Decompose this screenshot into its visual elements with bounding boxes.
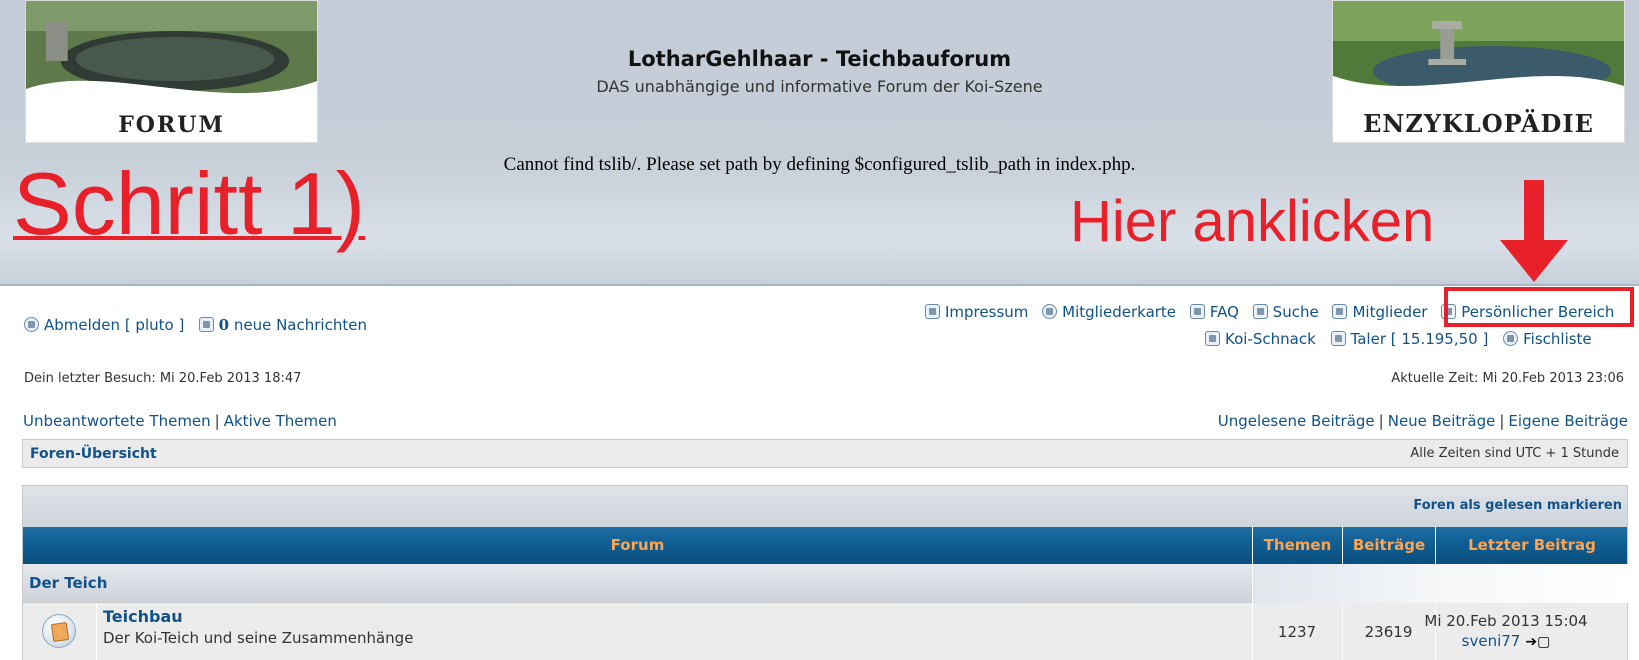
table-row: Teichbau Der Koi-Teich und seine Zusamme… xyxy=(23,603,1627,660)
nav-member-map-label: Mitgliederkarte xyxy=(1062,303,1177,321)
forum-table: Foren als gelesen markieren Forum Themen… xyxy=(22,485,1628,660)
secondary-nav: Koi-Schnack Taler [ 15.195,50 ] Fischlis… xyxy=(1205,330,1592,348)
new-posts-link[interactable]: Neue Beiträge xyxy=(1388,412,1496,430)
nav-members[interactable]: Mitglieder xyxy=(1332,303,1427,321)
highlight-box xyxy=(1444,287,1634,327)
messages-label: neue Nachrichten xyxy=(233,316,367,334)
coin-bag-icon xyxy=(1330,331,1346,346)
logout-icon xyxy=(24,317,39,332)
book-icon xyxy=(925,304,940,319)
last-post-date: Mi 20.Feb 2013 15:04 xyxy=(1424,612,1588,630)
fish-icon xyxy=(1503,331,1519,346)
nav-faq-label: FAQ xyxy=(1209,303,1239,321)
forum-index-link[interactable]: Foren-Übersicht xyxy=(30,446,157,462)
step-annotation: Schritt 1) xyxy=(13,154,366,253)
category-row-filler xyxy=(1252,564,1628,603)
logout-label: Abmelden [ pluto ] xyxy=(44,316,185,334)
forum-logo[interactable]: FORUM xyxy=(25,0,318,143)
forum-title-link[interactable]: Teichbau xyxy=(103,607,183,626)
column-forum: Forum xyxy=(610,536,665,554)
mark-read-bar: Foren als gelesen markieren xyxy=(23,486,1627,527)
list-icon xyxy=(1205,331,1220,346)
timezone-info: Alle Zeiten sind UTC + 1 Stunde xyxy=(1410,446,1619,461)
nav-taler-label[interactable]: Taler [ 15.195,50 ] xyxy=(1351,330,1489,348)
forum-description: Der Koi-Teich und seine Zusammenhänge xyxy=(103,629,414,647)
click-here-annotation: Hier anklicken xyxy=(1070,189,1435,254)
encyclopedia-logo-text: ENZYKLOPÄDIE xyxy=(1363,109,1594,138)
active-topics-link[interactable]: Aktive Themen xyxy=(224,412,337,430)
private-messages-link[interactable]: 0 neue Nachrichten xyxy=(198,316,367,334)
nav-koi-schnack[interactable]: Koi-Schnack xyxy=(1205,330,1316,348)
nav-member-map[interactable]: Mitgliederkarte xyxy=(1042,303,1176,321)
nav-search-label: Suche xyxy=(1272,303,1319,321)
nav-faq[interactable]: FAQ xyxy=(1189,303,1239,321)
nav-fish-list[interactable]: Fischliste xyxy=(1503,330,1592,348)
nav-impressum-label: Impressum xyxy=(945,303,1029,321)
current-time: Aktuelle Zeit: Mi 20.Feb 2013 23:06 xyxy=(1391,371,1624,386)
breadcrumb: Foren-Übersicht Alle Zeiten sind UTC + 1… xyxy=(22,439,1628,468)
own-posts-link[interactable]: Eigene Beiträge xyxy=(1508,412,1628,430)
search-icon xyxy=(1252,304,1268,319)
quick-links-right: Ungelesene Beiträge | Neue Beiträge | Eigene… xyxy=(1218,412,1628,430)
separator: | xyxy=(214,412,220,430)
table-header: Forum Themen Beiträge Letzter Beitrag xyxy=(23,527,1627,564)
separator: | xyxy=(1499,412,1505,430)
forum-read-icon xyxy=(42,614,76,648)
mark-forums-read-link[interactable]: Foren als gelesen markieren xyxy=(1413,498,1622,513)
globe-icon xyxy=(1042,304,1058,319)
last-post-author-wrapper: sveni77 ➔▢ xyxy=(1384,632,1628,650)
logout-link[interactable]: Abmelden [ pluto ] xyxy=(24,316,184,334)
forum-logo-text: FORUM xyxy=(118,112,225,138)
column-posts: Beiträge xyxy=(1342,527,1435,564)
nav-taler: Taler [ 15.195,50 ] xyxy=(1330,330,1489,348)
topics-count: 1237 xyxy=(1277,623,1317,641)
faq-icon xyxy=(1189,304,1205,319)
site-header: FORUM LotharGehlhaar - Teichbauforum DAS… xyxy=(0,0,1639,286)
nav-search[interactable]: Suche xyxy=(1252,303,1319,321)
column-last-post: Letzter Beitrag xyxy=(1435,527,1628,564)
category-link[interactable]: Der Teich xyxy=(29,574,107,592)
nav-fish-list-label: Fischliste xyxy=(1523,330,1592,348)
unread-posts-link[interactable]: Ungelesene Beiträge xyxy=(1218,412,1375,430)
list-icon xyxy=(1332,304,1348,319)
nav-impressum[interactable]: Impressum xyxy=(925,303,1028,321)
message-icon xyxy=(198,317,214,332)
red-arrow-icon xyxy=(1500,180,1568,282)
quick-links-left: Unbeantwortete Themen | Aktive Themen xyxy=(23,412,337,430)
last-post-author-link[interactable]: sveni77 xyxy=(1462,632,1521,650)
nav-members-label: Mitglieder xyxy=(1352,303,1428,321)
garden-image xyxy=(1333,1,1624,101)
last-visit: Dein letzter Besuch: Mi 20.Feb 2013 18:4… xyxy=(24,371,302,386)
nav-koi-schnack-label: Koi-Schnack xyxy=(1225,330,1316,348)
encyclopedia-logo[interactable]: ENZYKLOPÄDIE xyxy=(1332,0,1625,143)
forum-icon-cell xyxy=(23,603,96,660)
goto-last-post-icon[interactable]: ➔▢ xyxy=(1525,634,1550,650)
category-row: Der Teich xyxy=(23,564,1628,603)
unanswered-topics-link[interactable]: Unbeantwortete Themen xyxy=(23,412,211,430)
user-links: Abmelden [ pluto ] 0 neue Nachrichten xyxy=(24,316,367,334)
column-topics: Themen xyxy=(1252,527,1342,564)
messages-count: 0 xyxy=(218,316,230,334)
separator: | xyxy=(1378,412,1384,430)
